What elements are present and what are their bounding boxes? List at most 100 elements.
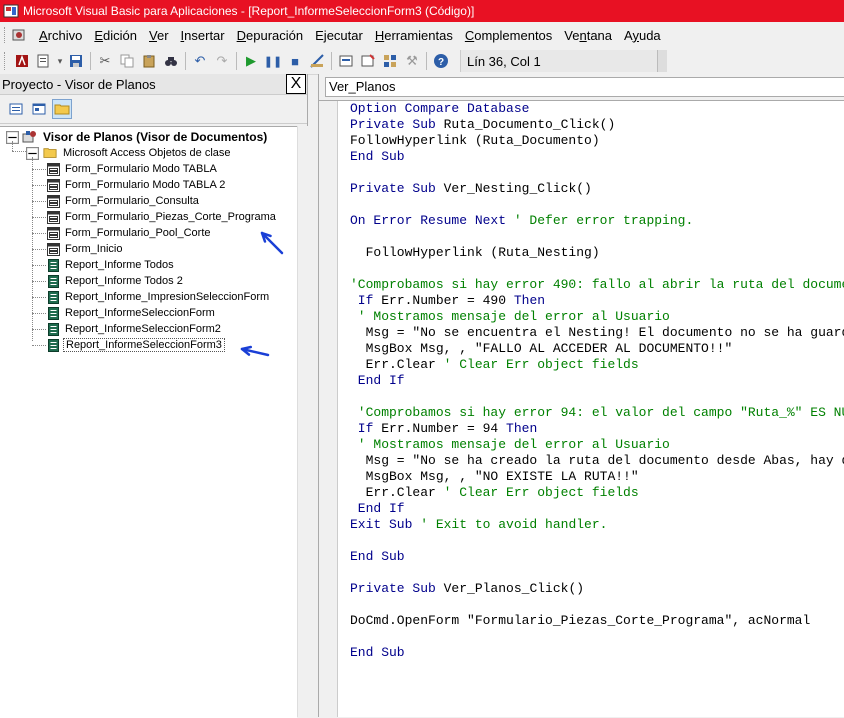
- code-line[interactable]: [339, 597, 844, 613]
- code-line[interactable]: Err.Clear ' Clear Err object fields: [339, 357, 844, 373]
- code-editor[interactable]: Option Compare Database Private Sub Ruta_…: [339, 101, 844, 717]
- code-line[interactable]: Private Sub Ver_Nesting_Click(): [339, 181, 844, 197]
- window-title: Microsoft Visual Basic para Aplicaciones…: [23, 4, 475, 18]
- code-line[interactable]: [339, 389, 844, 405]
- code-line[interactable]: [339, 533, 844, 549]
- toolbar-separator: [185, 52, 186, 70]
- code-line[interactable]: [339, 165, 844, 181]
- code-line[interactable]: End Sub: [339, 549, 844, 565]
- code-text: Msg = "No se ha creado la ruta del docum…: [365, 453, 844, 468]
- code-line[interactable]: 'Comprobamos si hay error 490: fallo al …: [339, 277, 844, 293]
- menu-archivo[interactable]: Archivo: [33, 28, 88, 43]
- code-line[interactable]: Private Sub Ruta_Documento_Click(): [339, 117, 844, 133]
- code-line[interactable]: [339, 565, 844, 581]
- procedure-combo[interactable]: Ver_Planos: [325, 77, 844, 97]
- toolbar-grip: [4, 52, 8, 70]
- code-line[interactable]: [339, 261, 844, 277]
- menu-depuracion[interactable]: Depuración: [231, 28, 310, 43]
- save-icon[interactable]: [66, 51, 86, 71]
- toolbox-icon[interactable]: ⚒: [402, 51, 422, 71]
- code-line[interactable]: [339, 229, 844, 245]
- toolbar-options-icon[interactable]: [657, 50, 667, 72]
- menu-edicion[interactable]: Edición: [88, 28, 143, 43]
- title-bar: Microsoft Visual Basic para Aplicaciones…: [0, 0, 844, 22]
- code-selector-bar: Ver_Planos: [319, 74, 844, 101]
- help-icon[interactable]: ?: [431, 51, 451, 71]
- toggle-folders-icon[interactable]: [52, 99, 72, 119]
- code-line[interactable]: MsgBox Msg, , "FALLO AL ACCEDER AL DOCUM…: [339, 341, 844, 357]
- design-mode-icon[interactable]: [307, 51, 327, 71]
- svg-text:?: ?: [438, 57, 444, 68]
- code-keyword: End If: [350, 501, 405, 516]
- code-comment: ' Clear Err object fields: [443, 357, 639, 372]
- view-object-icon[interactable]: [29, 99, 49, 119]
- code-keyword: End Sub: [350, 645, 405, 660]
- code-line[interactable]: Msg = "No se ha creado la ruta del docum…: [339, 453, 844, 469]
- code-line[interactable]: End If: [339, 501, 844, 517]
- code-line[interactable]: Msg = "No se encuentra el Nesting! El do…: [339, 325, 844, 341]
- code-line[interactable]: [339, 629, 844, 645]
- run-icon[interactable]: ▶: [241, 51, 261, 71]
- code-line[interactable]: End Sub: [339, 645, 844, 661]
- paste-icon[interactable]: [139, 51, 159, 71]
- code-line[interactable]: Option Compare Database: [339, 101, 844, 117]
- project-explorer-title: Proyecto - Visor de Planos: [2, 76, 156, 92]
- code-line[interactable]: MsgBox Msg, , "NO EXISTE LA RUTA!!": [339, 469, 844, 485]
- code-line[interactable]: FollowHyperlink (Ruta_Documento): [339, 133, 844, 149]
- menu-ventana[interactable]: Ventana: [558, 28, 618, 43]
- cut-icon[interactable]: ✂: [95, 51, 115, 71]
- project-explorer-icon[interactable]: [336, 51, 356, 71]
- insert-module-icon[interactable]: [34, 51, 54, 71]
- menubar-grip: [4, 27, 8, 43]
- close-icon[interactable]: X: [286, 74, 306, 94]
- code-comment: ' Mostramos mensaje del error al Usuario: [350, 309, 670, 324]
- project-explorer-toolbar: [0, 95, 307, 124]
- code-keyword: End Sub: [350, 149, 405, 164]
- find-icon[interactable]: [161, 51, 181, 71]
- properties-window-icon[interactable]: [358, 51, 378, 71]
- pause-icon[interactable]: ❚❚: [263, 51, 283, 71]
- copy-icon[interactable]: [117, 51, 137, 71]
- code-text: MsgBox Msg, , "NO EXISTE LA RUTA!!": [350, 469, 639, 484]
- code-line[interactable]: End If: [339, 373, 844, 389]
- stop-icon[interactable]: ■: [285, 51, 305, 71]
- code-text: Ver_Nesting_Click(): [443, 181, 592, 196]
- menu-ejecutar[interactable]: Ejecutar: [309, 28, 369, 43]
- tree-scrollbar[interactable]: [297, 126, 308, 717]
- menu-ayuda[interactable]: Ayuda: [618, 28, 667, 43]
- toolbar-separator: [426, 52, 427, 70]
- code-line[interactable]: DoCmd.OpenForm "Formulario_Piezas_Corte_…: [339, 613, 844, 629]
- code-keyword: End Sub: [350, 549, 405, 564]
- code-line[interactable]: If Err.Number = 490 Then: [339, 293, 844, 309]
- code-line[interactable]: Exit Sub ' Exit to avoid handler.: [339, 517, 844, 533]
- code-line[interactable]: FollowHyperlink (Ruta_Nesting): [339, 245, 844, 261]
- view-access-icon[interactable]: [12, 51, 32, 71]
- insert-dropdown-icon[interactable]: ▾: [56, 51, 64, 71]
- redo-icon[interactable]: ↷: [212, 51, 232, 71]
- code-line[interactable]: If Err.Number = 94 Then: [339, 421, 844, 437]
- menu-complementos[interactable]: Complementos: [459, 28, 558, 43]
- undo-icon[interactable]: ↶: [190, 51, 210, 71]
- code-line[interactable]: End Sub: [339, 149, 844, 165]
- access-object-icon[interactable]: [11, 27, 27, 43]
- code-line[interactable]: ' Mostramos mensaje del error al Usuario: [339, 437, 844, 453]
- code-margin-indicator-bar[interactable]: [319, 101, 338, 717]
- code-line[interactable]: [339, 197, 844, 213]
- code-window: Ver_Planos Option Compare Database Privat…: [318, 74, 844, 717]
- menu-ver[interactable]: Ver: [143, 28, 175, 43]
- code-line[interactable]: ' Mostramos mensaje del error al Usuario: [339, 309, 844, 325]
- code-text: Err.Number = 94: [381, 421, 507, 436]
- code-comment: ' Exit to avoid handler.: [420, 517, 608, 532]
- code-line[interactable]: 'Comprobamos si hay error 94: el valor d…: [339, 405, 844, 421]
- code-line[interactable]: Private Sub Ver_Planos_Click(): [339, 581, 844, 597]
- standard-toolbar: ▾ ✂ ↶ ↷ ▶ ❚❚ ■ ⚒ ? Lín 36, Col 1: [0, 48, 670, 75]
- code-line[interactable]: On Error Resume Next ' Defer error trapp…: [339, 213, 844, 229]
- menu-insertar[interactable]: Insertar: [175, 28, 231, 43]
- code-keyword: If: [350, 421, 382, 436]
- project-tree[interactable]: Visor de Planos (Visor de Documentos) Mic…: [0, 126, 297, 718]
- code-comment: ' Mostramos mensaje del error al Usuario: [350, 437, 670, 452]
- code-line[interactable]: Err.Clear ' Clear Err object fields: [339, 485, 844, 501]
- object-browser-icon[interactable]: [380, 51, 400, 71]
- menu-herramientas[interactable]: Herramientas: [369, 28, 459, 43]
- view-code-icon[interactable]: [6, 99, 26, 119]
